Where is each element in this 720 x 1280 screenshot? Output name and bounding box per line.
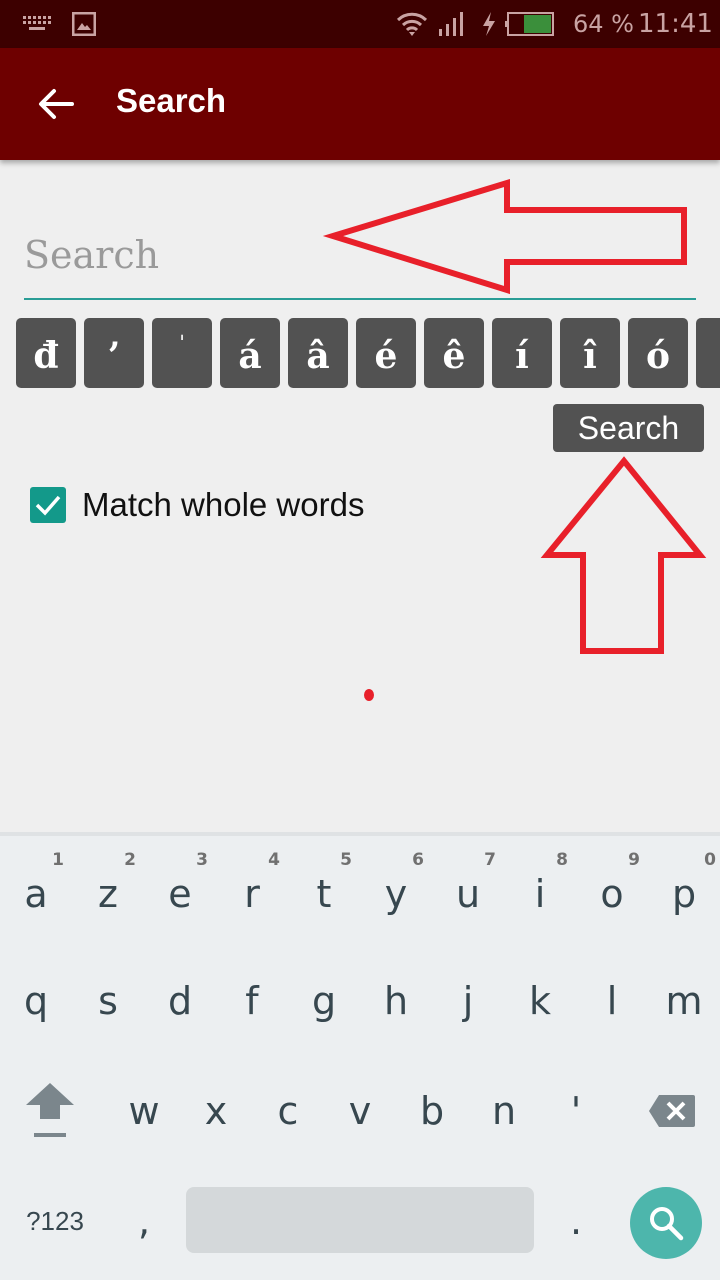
key-hint: 2 [124, 850, 136, 870]
key-c[interactable]: c [252, 1056, 324, 1166]
key-hint: 0 [704, 850, 716, 870]
key-label: y [384, 872, 408, 916]
key-hint: 5 [340, 850, 352, 870]
battery-icon [505, 0, 555, 48]
key-m[interactable]: m [648, 946, 720, 1056]
comma-key[interactable]: , [108, 1166, 180, 1276]
key-apostrophe[interactable]: ' [540, 1056, 612, 1166]
image-icon [72, 0, 96, 48]
arrow-left-icon [39, 89, 74, 119]
key-hint: 8 [556, 850, 568, 870]
battery-percent: 64 % [573, 10, 634, 38]
key-d[interactable]: d [144, 946, 216, 1056]
key-label: t [316, 872, 332, 916]
key-n[interactable]: n [468, 1056, 540, 1166]
key-s[interactable]: s [72, 946, 144, 1056]
key-a[interactable]: 1a [0, 836, 72, 946]
keyboard-icon [22, 0, 52, 48]
special-characters-bar: đ ’ ˈ á â é ê í î ó [16, 318, 720, 388]
key-label: a [24, 872, 48, 916]
page-title: Search [116, 82, 227, 119]
char-key[interactable]: ’ [84, 318, 144, 388]
match-whole-words-label: Match whole words [82, 486, 365, 523]
annotation-arrow-up [540, 456, 707, 654]
key-v[interactable]: v [324, 1056, 396, 1166]
key-label: o [600, 872, 624, 916]
symbols-key[interactable]: ?123 [14, 1166, 96, 1276]
key-hint: 1 [52, 850, 64, 870]
keyboard-row-1: 1a 2z 3e 4r 5t 6y 7u 8i 9o 0p [0, 836, 720, 946]
key-label: e [168, 872, 192, 916]
checkmark-icon [35, 495, 61, 516]
key-z[interactable]: 2z [72, 836, 144, 946]
char-key[interactable]: é [356, 318, 416, 388]
key-w[interactable]: w [108, 1056, 180, 1166]
key-label: i [534, 872, 546, 916]
charging-icon [481, 0, 497, 48]
key-label: p [671, 872, 697, 916]
search-input[interactable] [24, 220, 696, 300]
char-key[interactable]: í [492, 318, 552, 388]
match-whole-words-option[interactable]: Match whole words [30, 486, 364, 524]
spacebar[interactable] [186, 1187, 534, 1253]
app-bar: Search [0, 48, 720, 160]
key-i[interactable]: 8i [504, 836, 576, 946]
key-hint: 4 [268, 850, 280, 870]
keyboard-row-2: q s d f g h j k l m [0, 946, 720, 1056]
key-hint: 3 [196, 850, 208, 870]
key-hint: 7 [484, 850, 496, 870]
key-o[interactable]: 9o [576, 836, 648, 946]
screen: 64 % 11:41 Search đ ’ ˈ á â é ê í î ó Se… [0, 0, 720, 1280]
key-hint: 6 [412, 850, 424, 870]
key-u[interactable]: 7u [432, 836, 504, 946]
shift-icon [26, 1083, 74, 1137]
key-r[interactable]: 4r [216, 836, 288, 946]
wifi-icon [396, 0, 428, 48]
period-key[interactable]: . [540, 1166, 612, 1276]
char-key[interactable]: ó [628, 318, 688, 388]
key-g[interactable]: g [288, 946, 360, 1056]
key-label: r [244, 872, 260, 916]
key-t[interactable]: 5t [288, 836, 360, 946]
status-bar: 64 % 11:41 [0, 0, 720, 48]
char-key[interactable]: î [560, 318, 620, 388]
char-key[interactable]: á [220, 318, 280, 388]
char-key[interactable]: â [288, 318, 348, 388]
key-x[interactable]: x [180, 1056, 252, 1166]
key-hint: 9 [628, 850, 640, 870]
signal-icon [438, 0, 464, 48]
char-key[interactable]: ˈ [152, 318, 212, 388]
key-p[interactable]: 0p [648, 836, 720, 946]
key-b[interactable]: b [396, 1056, 468, 1166]
key-l[interactable]: l [576, 946, 648, 1056]
key-q[interactable]: q [0, 946, 72, 1056]
annotation-dot [364, 689, 374, 701]
match-whole-words-checkbox[interactable] [30, 487, 66, 523]
shift-key[interactable] [14, 1056, 86, 1166]
search-button[interactable]: Search [553, 404, 704, 452]
key-f[interactable]: f [216, 946, 288, 1056]
key-y[interactable]: 6y [360, 836, 432, 946]
soft-keyboard: 1a 2z 3e 4r 5t 6y 7u 8i 9o 0p q s d f g … [0, 832, 720, 1280]
key-label: u [455, 872, 481, 916]
key-e[interactable]: 3e [144, 836, 216, 946]
key-k[interactable]: k [504, 946, 576, 1056]
clock: 11:41 [638, 9, 713, 39]
char-key[interactable] [696, 318, 720, 388]
key-h[interactable]: h [360, 946, 432, 1056]
backspace-key[interactable] [636, 1056, 708, 1166]
keyboard-row-3: w x c v b n ' [0, 1056, 720, 1166]
key-label: z [98, 872, 118, 916]
key-j[interactable]: j [432, 946, 504, 1056]
search-icon [650, 1207, 684, 1241]
keyboard-search-action[interactable] [630, 1187, 702, 1259]
back-button[interactable] [24, 72, 88, 136]
char-key[interactable]: đ [16, 318, 76, 388]
backspace-icon [649, 1095, 695, 1127]
char-key[interactable]: ê [424, 318, 484, 388]
